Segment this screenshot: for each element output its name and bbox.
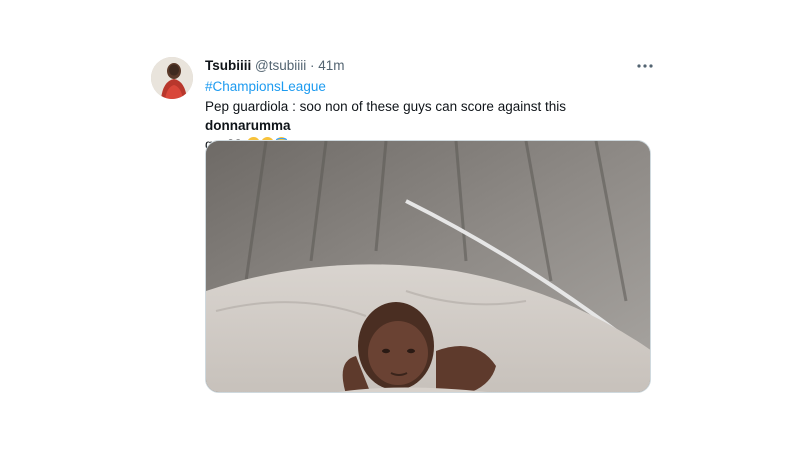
hashtag-link[interactable]: #ChampionsLeague [205,78,326,96]
tweet-header: Tsubiiii @tsubiiii · 41m [205,57,345,75]
display-name[interactable]: Tsubiiii [205,58,251,73]
ellipsis-icon[interactable] [634,57,656,75]
avatar[interactable] [151,57,193,99]
tweet-text-part1: Pep guardiola : soo non of these guys ca… [205,99,566,114]
tweet-text-bold: donnarumma [205,118,291,133]
avatar-image [151,57,193,99]
tweet-card[interactable]: Tsubiiii @tsubiiii · 41m #ChampionsLeagu… [0,0,800,451]
tweet-photo[interactable] [205,140,651,393]
photo-newborn-baby [206,141,650,392]
user-handle[interactable]: @tsubiiii [255,58,306,73]
timestamp[interactable]: 41m [318,58,344,73]
separator-dot: · [310,58,315,73]
